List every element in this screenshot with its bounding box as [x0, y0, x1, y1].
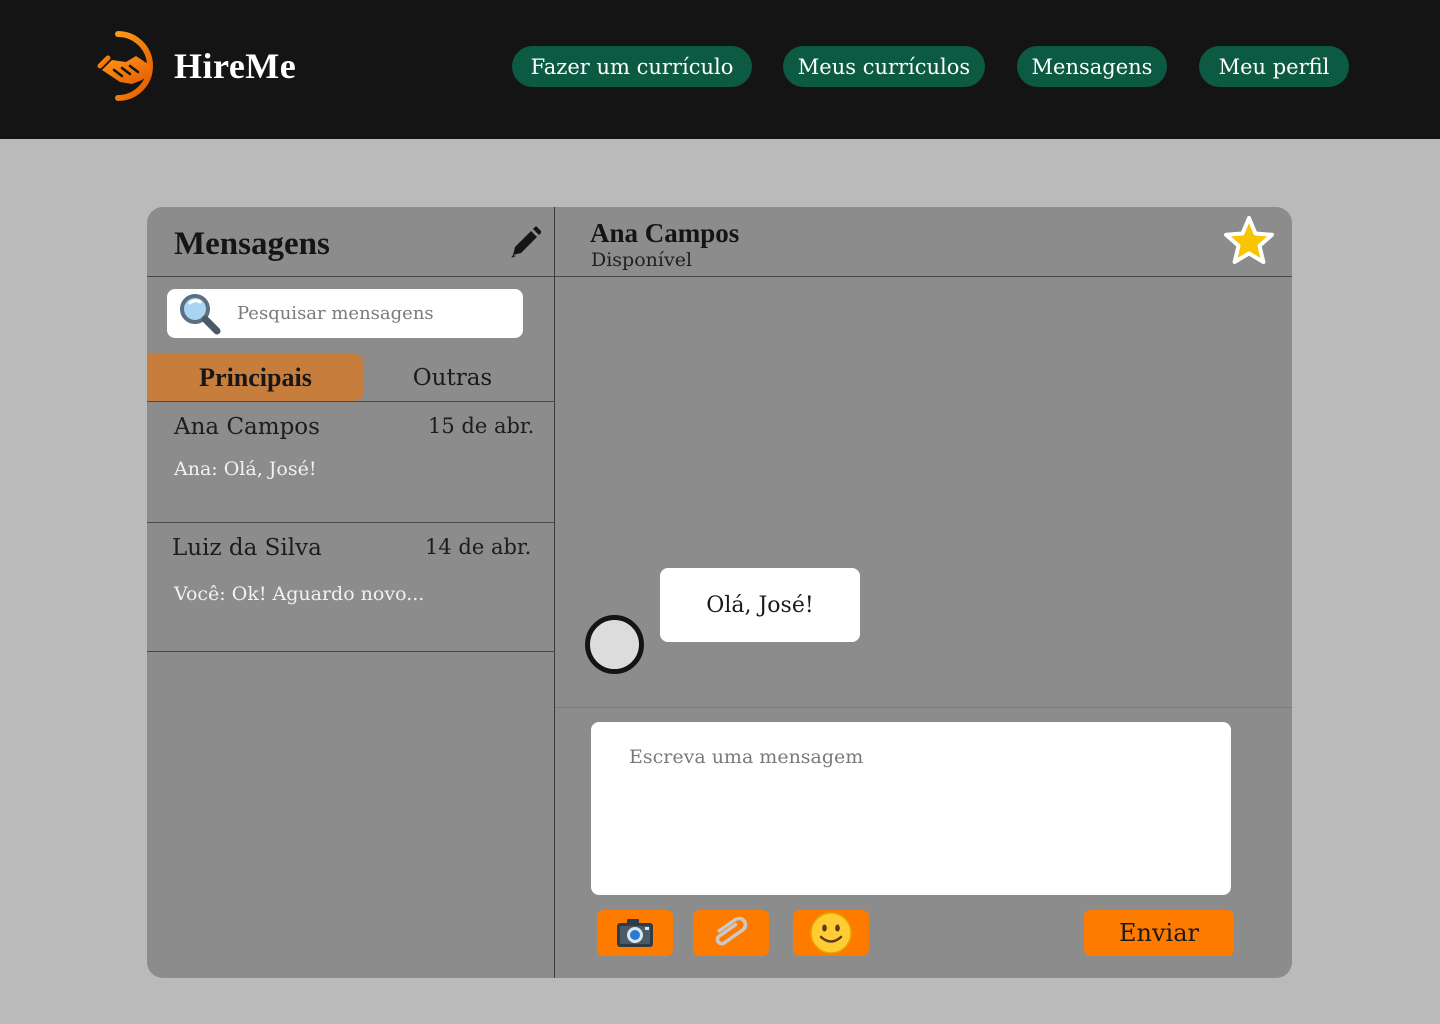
- search-box[interactable]: [167, 289, 523, 338]
- message-bubble: Olá, José!: [660, 568, 860, 642]
- nav-my-resumes-button[interactable]: Meus currículos: [783, 46, 985, 87]
- pencil-icon[interactable]: [509, 225, 541, 259]
- chat-contact-status: Disponível: [591, 249, 693, 271]
- nav-my-profile-button[interactable]: Meu perfil: [1199, 46, 1349, 87]
- message-input[interactable]: [591, 722, 1231, 895]
- search-input[interactable]: [237, 303, 507, 324]
- top-navigation-bar: HireMe Fazer um currículo Meus currículo…: [0, 0, 1440, 139]
- nav-messages-button[interactable]: Mensagens: [1017, 46, 1167, 87]
- emoji-button[interactable]: [793, 910, 869, 956]
- chat-header-divider: [555, 276, 1292, 277]
- smiley-icon: [810, 912, 852, 954]
- tab-outras[interactable]: Outras: [364, 354, 541, 401]
- compose-divider: [555, 707, 1292, 708]
- conversation-name: Luiz da Silva: [172, 535, 322, 561]
- conversation-preview: Você: Ok! Aguardo novo...: [174, 583, 425, 605]
- conversation-divider: [147, 651, 554, 652]
- logo[interactable]: HireMe: [96, 26, 296, 106]
- conversation-item[interactable]: Ana Campos 15 de abr. Ana: Olá, José!: [147, 402, 554, 522]
- brand-name: HireMe: [174, 46, 297, 86]
- attach-button[interactable]: [693, 910, 769, 956]
- chat-contact-name: Ana Campos: [590, 218, 740, 248]
- paperclip-icon: [715, 916, 748, 946]
- conversation-date: 14 de abr.: [425, 535, 532, 559]
- messages-panel: Mensagens Principais Outras Ana Campos 1…: [147, 207, 1292, 978]
- tab-principais[interactable]: Principais: [147, 354, 364, 401]
- conversation-name: Ana Campos: [174, 414, 320, 440]
- sidebar-header-divider: [147, 276, 554, 277]
- nav-create-resume-button[interactable]: Fazer um currículo: [512, 46, 752, 87]
- conversation-preview: Ana: Olá, José!: [174, 458, 317, 480]
- send-button[interactable]: Enviar: [1084, 910, 1234, 956]
- conversation-item[interactable]: Luiz da Silva 14 de abr. Você: Ok! Aguar…: [147, 523, 554, 651]
- camera-button[interactable]: [597, 910, 673, 956]
- conversation-date: 15 de abr.: [428, 414, 535, 438]
- handshake-logo-icon: [97, 31, 153, 101]
- avatar: [585, 615, 644, 674]
- search-icon: [180, 293, 221, 334]
- camera-icon: [617, 919, 653, 947]
- star-icon[interactable]: [1219, 212, 1279, 272]
- sidebar-title: Mensagens: [174, 226, 330, 262]
- panel-divider: [554, 207, 555, 978]
